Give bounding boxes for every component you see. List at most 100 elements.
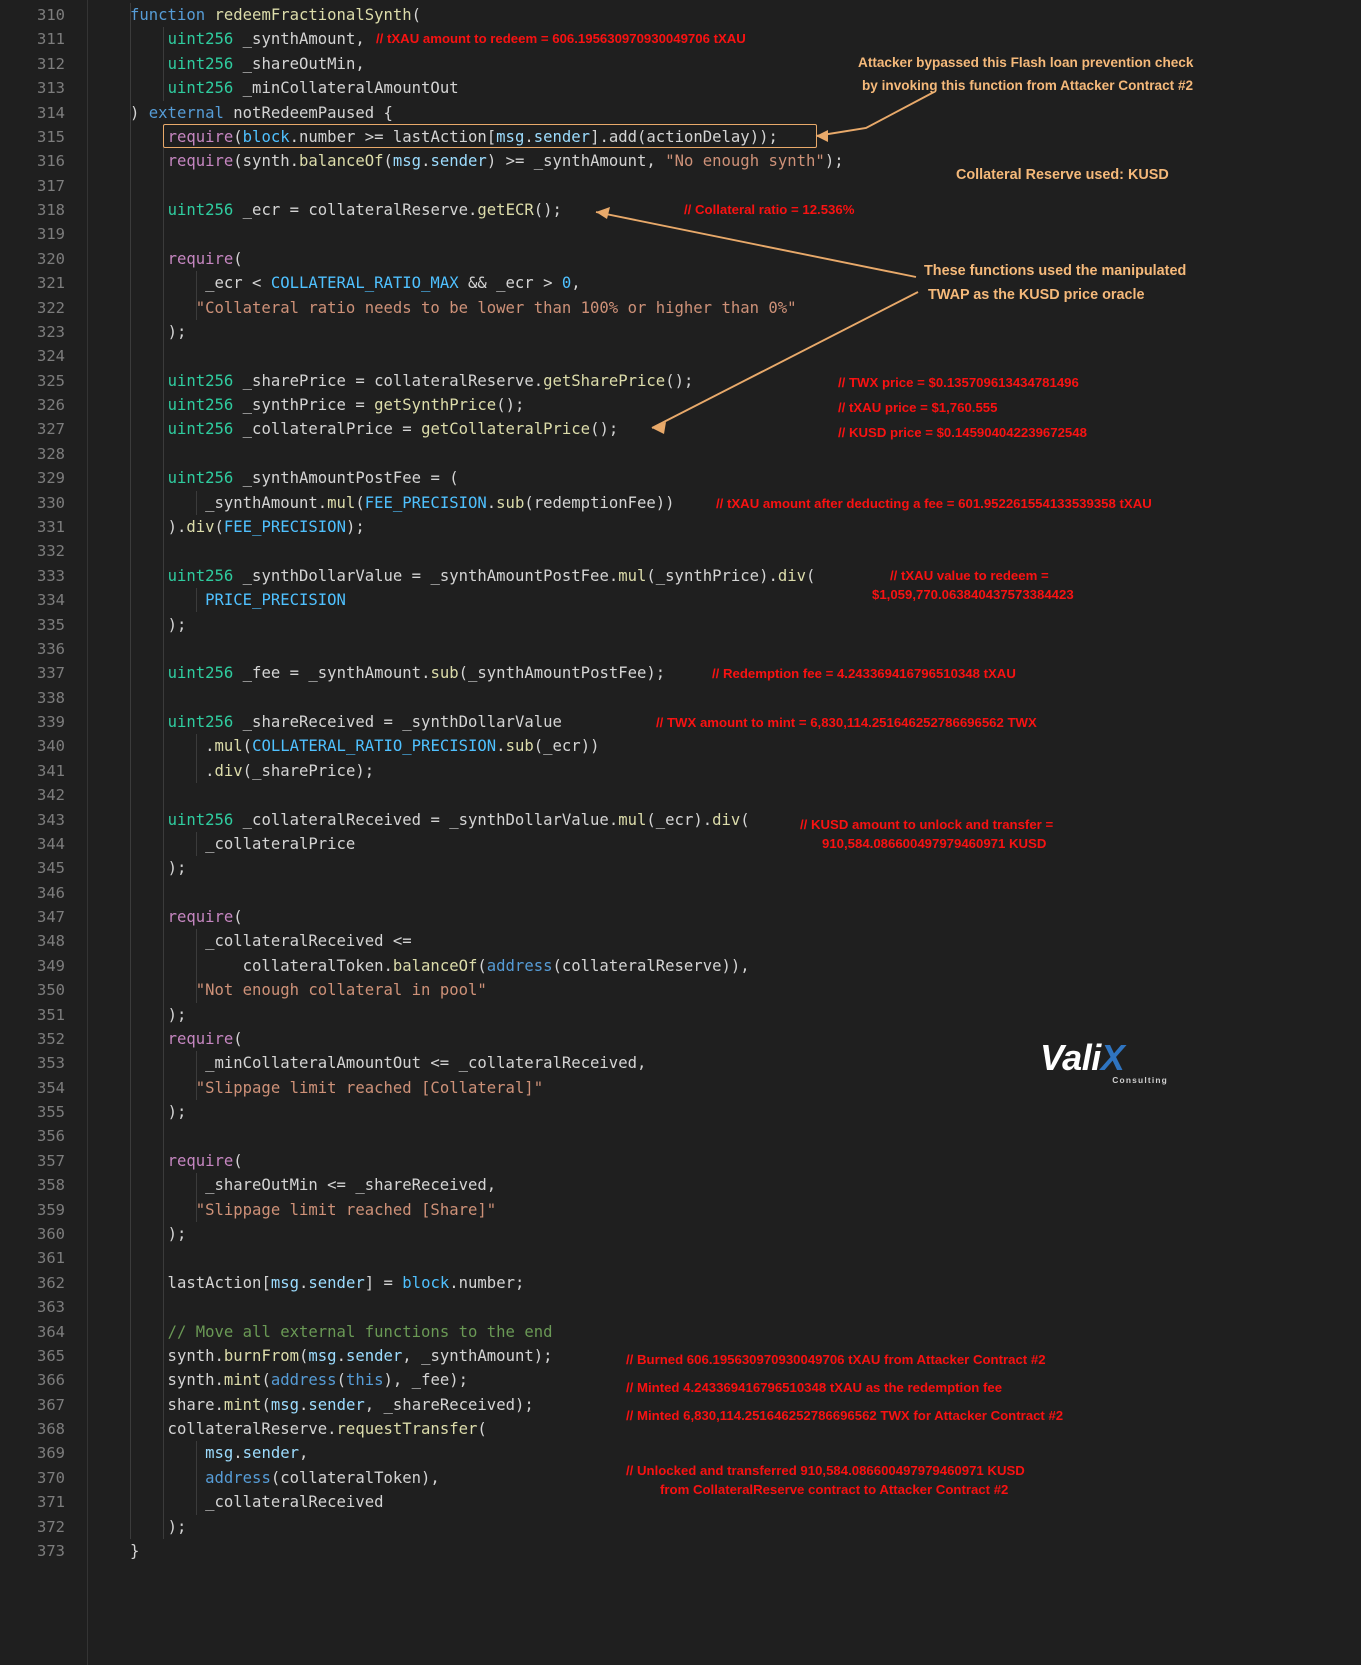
code-line[interactable]: PRICE_PRECISION <box>88 588 346 612</box>
line-number: 323 <box>37 322 65 341</box>
code-line[interactable]: collateralReserve.requestTransfer( <box>88 1417 487 1441</box>
code-line[interactable]: _collateralPrice <box>88 832 355 856</box>
code-line[interactable]: ); <box>88 1003 187 1027</box>
line-number: 320 <box>37 249 65 268</box>
code-line[interactable]: function redeemFractionalSynth( <box>88 3 421 27</box>
code-line[interactable]: uint256 _synthPrice = getSynthPrice(); <box>88 393 525 417</box>
code-line[interactable]: uint256 _collateralPrice = getCollateral… <box>88 417 619 441</box>
line-number: 319 <box>37 225 65 244</box>
line-number: 346 <box>37 883 65 902</box>
code-line[interactable]: share.mint(msg.sender, _shareReceived); <box>88 1393 534 1417</box>
line-number: 322 <box>37 298 65 317</box>
indent-guide <box>196 588 197 613</box>
logo-text-vali: Vali <box>1040 1037 1101 1078</box>
code-line[interactable]: msg.sender, <box>88 1441 308 1465</box>
code-line[interactable]: uint256 _sharePrice = collateralReserve.… <box>88 369 694 393</box>
code-line[interactable] <box>88 783 130 807</box>
code-line[interactable]: require( <box>88 1027 243 1051</box>
annotation-collateral-ratio: // Collateral ratio = 12.536% <box>684 202 855 217</box>
code-line[interactable]: ) external notRedeemPaused { <box>88 101 393 125</box>
code-line[interactable]: require( <box>88 247 243 271</box>
annotation-collateral-reserve-used: Collateral Reserve used: KUSD <box>956 167 1169 183</box>
code-line[interactable]: _minCollateralAmountOut <= _collateralRe… <box>88 1051 646 1075</box>
code-line[interactable]: "Not enough collateral in pool" <box>88 978 487 1002</box>
annotation-transferred-note-l2: from CollateralReserve contract to Attac… <box>660 1482 1009 1497</box>
code-line[interactable]: synth.burnFrom(msg.sender, _synthAmount)… <box>88 1344 553 1368</box>
line-number: 313 <box>37 79 65 98</box>
code-line[interactable]: ); <box>88 1515 187 1539</box>
code-line[interactable] <box>88 442 130 466</box>
line-number: 336 <box>37 639 65 658</box>
line-number: 316 <box>37 152 65 171</box>
code-line[interactable] <box>88 222 130 246</box>
annotation-minted-twx-note: // Minted 6,830,114.251646252786696562 T… <box>626 1408 1064 1423</box>
valix-consulting-logo: ValiX Consulting <box>1040 1038 1170 1096</box>
indent-guide <box>196 271 197 320</box>
code-line[interactable]: uint256 _minCollateralAmountOut <box>88 76 459 100</box>
code-line[interactable]: uint256 _synthDollarValue = _synthAmount… <box>88 564 816 588</box>
code-line[interactable]: ); <box>88 1100 187 1124</box>
code-line[interactable] <box>88 1124 130 1148</box>
logo-wordmark: ValiX <box>1040 1038 1170 1078</box>
code-line[interactable]: ); <box>88 1222 187 1246</box>
code-line[interactable]: _collateralReceived <= <box>88 929 412 953</box>
annotation-txau-price: // tXAU price = $1,760.555 <box>838 400 998 415</box>
annotation-transferred-note-l1: // Unlocked and transferred 910,584.0866… <box>626 1463 1025 1478</box>
code-line[interactable]: require( <box>88 905 243 929</box>
code-line[interactable]: uint256 _collateralReceived = _synthDoll… <box>88 808 750 832</box>
code-line[interactable]: ); <box>88 320 187 344</box>
line-number: 329 <box>37 469 65 488</box>
line-number: 362 <box>37 1273 65 1292</box>
code-line[interactable]: uint256 _synthAmountPostFee = ( <box>88 466 459 490</box>
code-line[interactable]: synth.mint(address(this), _fee); <box>88 1368 468 1392</box>
line-number: 369 <box>37 1444 65 1463</box>
logo-text-x: X <box>1100 1037 1125 1078</box>
code-line[interactable]: // Move all external functions to the en… <box>88 1320 553 1344</box>
code-line[interactable]: _ecr < COLLATERAL_RATIO_MAX && _ecr > 0, <box>88 271 581 295</box>
code-line[interactable]: _shareOutMin <= _shareReceived, <box>88 1173 496 1197</box>
annotation-kusd-unlock-l1: // KUSD amount to unlock and transfer = <box>800 817 1054 832</box>
line-number: 312 <box>37 54 65 73</box>
indent-guide <box>196 1441 197 1515</box>
code-line[interactable]: _collateralReceived <box>88 1490 383 1514</box>
indent-guide <box>163 124 164 1539</box>
code-line[interactable] <box>88 174 130 198</box>
code-line[interactable] <box>88 881 130 905</box>
code-line[interactable]: ); <box>88 613 187 637</box>
code-line[interactable]: address(collateralToken), <box>88 1466 440 1490</box>
code-line[interactable] <box>88 686 130 710</box>
code-line[interactable]: } <box>88 1539 139 1563</box>
code-line[interactable] <box>88 1295 130 1319</box>
code-line[interactable]: _synthAmount.mul(FEE_PRECISION.sub(redem… <box>88 491 674 515</box>
line-number: 350 <box>37 981 65 1000</box>
code-line[interactable] <box>88 1246 130 1270</box>
annotation-txau-value-l2: $1,059,770.063840437573384423 <box>872 587 1074 602</box>
line-number: 364 <box>37 1322 65 1341</box>
indent-guide <box>196 929 197 1003</box>
line-number: 366 <box>37 1371 65 1390</box>
line-number: 355 <box>37 1103 65 1122</box>
code-line[interactable]: uint256 _shareReceived = _synthDollarVal… <box>88 710 562 734</box>
line-number: 324 <box>37 347 65 366</box>
code-line[interactable] <box>88 344 130 368</box>
code-line[interactable]: uint256 _fee = _synthAmount.sub(_synthAm… <box>88 661 666 685</box>
code-line[interactable]: "Slippage limit reached [Collateral]" <box>88 1076 543 1100</box>
code-line[interactable]: .mul(COLLATERAL_RATIO_PRECISION.sub(_ecr… <box>88 734 599 758</box>
code-line[interactable]: require(block.number >= lastAction[msg.s… <box>88 125 778 149</box>
code-line[interactable] <box>88 637 130 661</box>
code-line[interactable]: lastAction[msg.sender] = block.number; <box>88 1271 525 1295</box>
line-number: 338 <box>37 688 65 707</box>
code-line[interactable]: collateralToken.balanceOf(address(collat… <box>88 954 750 978</box>
line-number: 360 <box>37 1225 65 1243</box>
line-number: 356 <box>37 1127 65 1146</box>
line-number: 370 <box>37 1468 65 1487</box>
code-line[interactable]: "Slippage limit reached [Share]" <box>88 1198 496 1222</box>
code-line[interactable] <box>88 539 130 563</box>
code-line[interactable]: require(synth.balanceOf(msg.sender) >= _… <box>88 149 844 173</box>
code-editor-surface: 310 311 312 313 314 315 316 317 318 319 320 321 322 3… <box>0 0 1361 1665</box>
annotation-manipulated-twap-l2: TWAP as the KUSD price oracle <box>928 287 1145 303</box>
code-line[interactable]: ); <box>88 856 187 880</box>
code-line[interactable]: uint256 _ecr = collateralReserve.getECR(… <box>88 198 562 222</box>
code-line[interactable]: "Collateral ratio needs to be lower than… <box>88 296 797 320</box>
code-line[interactable]: require( <box>88 1149 243 1173</box>
